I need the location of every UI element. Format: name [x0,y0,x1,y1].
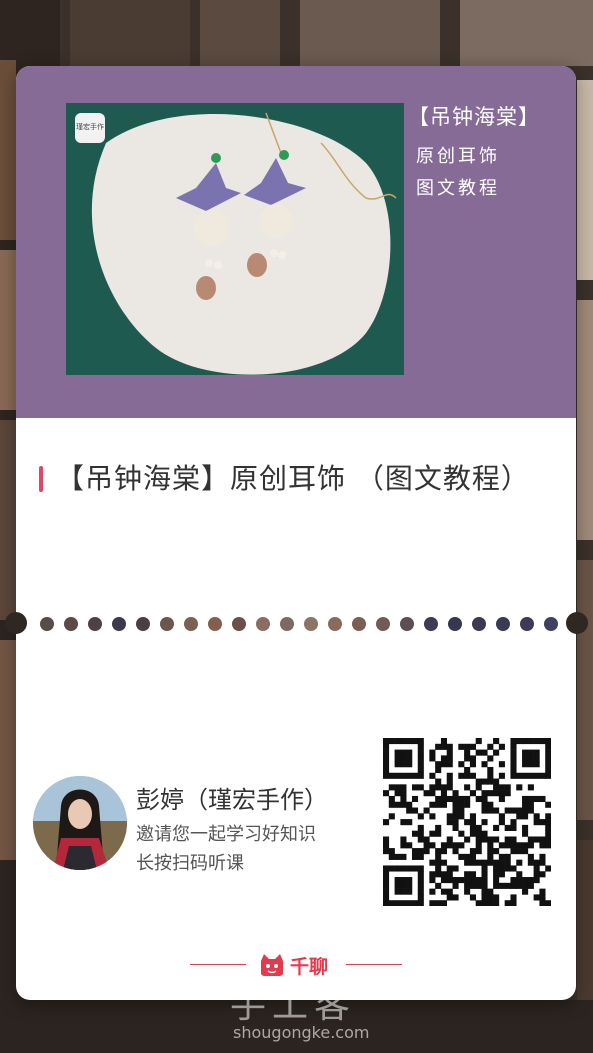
title-accent-bar [39,466,43,492]
ticket-notch-right [566,612,588,634]
footer-divider-left [190,964,246,965]
scan-hint: 长按扫码听课 [136,853,244,874]
side-line-1: 原创耳饰 [416,146,500,167]
earring-illustration [66,103,404,375]
author-name: 彭婷（瑾宏手作） [136,786,328,814]
side-title: 【吊钟海棠】 [408,105,540,129]
invite-text: 邀请您一起学习好知识 [136,824,316,845]
side-line-2: 图文教程 [416,178,500,199]
brand-logo: 瑾宏手作 [75,113,105,143]
author-avatar [33,776,127,870]
watermark-en: shougongke.com [233,1023,370,1042]
course-title: 【吊钟海棠】原创耳饰 （图文教程） [56,462,530,495]
watermark-cn: 手工客 [230,985,357,1026]
earring-photo: 瑾宏手作 [66,103,404,375]
ticket-notch-left [5,612,27,634]
brand-name: 千聊 [290,955,329,978]
cover-panel: 瑾宏手作 【吊钟海棠】 原创耳饰 图文教程 [16,66,576,418]
footer-divider-right [346,964,402,965]
qr-code[interactable] [383,738,552,907]
cat-face-icon [261,954,283,976]
